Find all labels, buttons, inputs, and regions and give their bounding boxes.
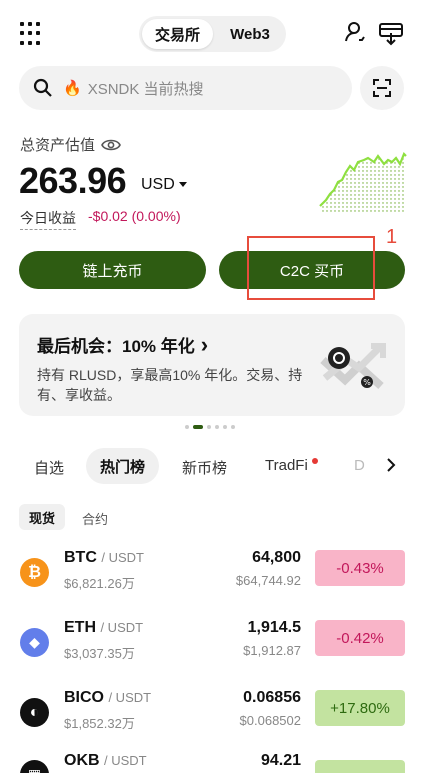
eye-icon[interactable] — [101, 138, 121, 152]
market-row-okb[interactable]: ▦ OKB / USDT 94.21 +0.45% — [0, 748, 426, 773]
eth-icon: ◆ — [20, 628, 49, 657]
promo-description: 持有 RLUSD，享最高10% 年化。交易、持有、享收益。 — [37, 367, 303, 403]
promo-illustration-icon: % — [320, 343, 386, 389]
pair-price: 94.21 — [260, 752, 301, 769]
bico-icon: ◐ — [20, 698, 49, 727]
promo-card[interactable]: 最后机会：10% 年化 › 持有 RLUSD，享最高10% 年化。交易、持有、享… — [19, 314, 405, 416]
svg-text:%: % — [363, 378, 371, 387]
change-badge[interactable]: -0.43% — [315, 550, 405, 586]
pair-fiat-price: $0.068502 — [239, 713, 301, 728]
pair-fiat-price: $1,912.87 — [243, 643, 301, 658]
tab-truncated[interactable]: D — [354, 457, 365, 474]
pair-name: BICO / USDT — [64, 689, 152, 706]
tab-favorites[interactable]: 自选 — [34, 457, 64, 478]
new-dot-badge — [312, 458, 318, 464]
tab-web3[interactable]: Web3 — [217, 19, 283, 49]
pair-fiat-price: $64,744.92 — [235, 573, 301, 588]
market-row-btc[interactable]: ₿ BTC / USDT $6,821.26万 64,800 $64,744.9… — [0, 542, 426, 604]
today-pnl-label[interactable]: 今日收益 — [20, 208, 76, 230]
scan-icon — [373, 79, 391, 97]
apps-grid-icon[interactable] — [20, 22, 44, 46]
scan-button[interactable] — [360, 66, 404, 110]
exchange-web3-switch: 交易所 Web3 — [139, 16, 286, 52]
chevron-right-icon: › — [200, 331, 209, 357]
pair-volume: $3,037.35万 — [64, 646, 135, 661]
annotation-number: 1 — [386, 226, 398, 248]
search-placeholder: XSNDK 当前热搜 — [87, 80, 204, 98]
tab-hot[interactable]: 热门榜 — [86, 448, 160, 484]
pair-name: ETH / USDT — [64, 619, 144, 636]
okb-icon: ▦ — [20, 760, 49, 773]
change-badge[interactable]: +17.80% — [315, 690, 405, 726]
today-pnl-value: -$0.02 (0.00%) — [88, 208, 181, 224]
change-badge[interactable]: +0.45% — [315, 760, 405, 773]
balance-sparkline — [319, 152, 407, 214]
search-icon — [33, 78, 52, 97]
pair-name: BTC / USDT — [64, 549, 144, 566]
tab-exchange[interactable]: 交易所 — [142, 19, 213, 49]
chevron-right-icon[interactable] — [385, 456, 397, 474]
market-row-bico[interactable]: ◐ BICO / USDT $1,852.32万 0.06856 $0.0685… — [0, 682, 426, 744]
btc-icon: ₿ — [20, 558, 49, 587]
pair-price: 1,914.5 — [247, 619, 301, 636]
search-bar[interactable]: 🔥 XSNDK 当前热搜 — [19, 66, 352, 110]
currency-selector[interactable]: USD — [141, 176, 187, 194]
change-badge[interactable]: -0.42% — [315, 620, 405, 656]
pair-name: OKB / USDT — [64, 752, 147, 769]
total-assets-label: 总资产估值 — [20, 134, 121, 155]
market-row-eth[interactable]: ◆ ETH / USDT $3,037.35万 1,914.5 $1,912.8… — [0, 612, 426, 674]
caret-down-icon — [178, 182, 187, 187]
onchain-deposit-button[interactable]: 链上充币 — [19, 251, 206, 289]
carousel-indicator — [185, 425, 235, 429]
pair-price: 0.06856 — [243, 689, 301, 706]
subtab-futures[interactable]: 合约 — [82, 509, 108, 528]
annotation-box — [247, 236, 375, 300]
fire-icon: 🔥 — [63, 80, 82, 97]
tab-new-listings[interactable]: 新币榜 — [182, 457, 227, 478]
pair-volume: $6,821.26万 — [64, 576, 135, 591]
subtab-spot[interactable]: 现货 — [19, 504, 66, 530]
tab-tradfi[interactable]: TradFi — [265, 457, 308, 474]
pair-price: 64,800 — [252, 549, 301, 566]
user-icon[interactable] — [343, 20, 367, 44]
deposit-icon[interactable] — [378, 20, 404, 46]
total-assets-value: 263.96 — [19, 160, 127, 201]
pair-volume: $1,852.32万 — [64, 716, 135, 731]
